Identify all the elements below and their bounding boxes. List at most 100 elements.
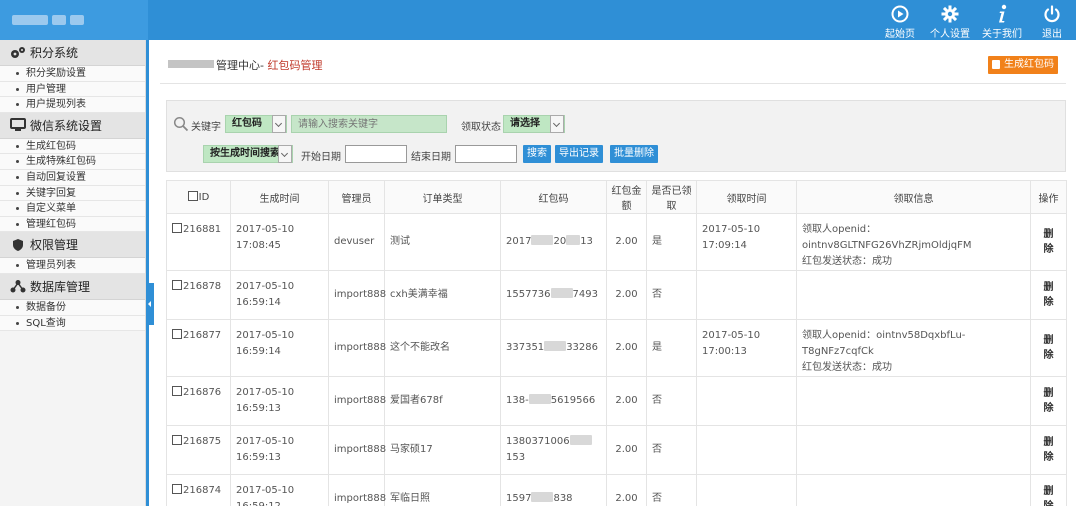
code-redacted: [531, 492, 554, 502]
code-redacted: [528, 394, 551, 404]
cell-code: 2017 20 13: [500, 213, 607, 271]
time-mode-select[interactable]: 按生成时间搜索: [203, 145, 293, 163]
nav-logout[interactable]: 退出: [1028, 0, 1076, 40]
sidebar-item[interactable]: 用户管理: [0, 81, 145, 98]
logo-text-blurred: [52, 15, 66, 25]
row-id: 216878: [183, 281, 222, 292]
play-circle-icon: [891, 3, 909, 24]
sidebar-item[interactable]: 生成红包码: [0, 138, 145, 155]
sidebar-section-database[interactable]: 数据库管理: [0, 273, 145, 300]
sidebar-section-points[interactable]: 积分系统: [0, 40, 145, 66]
sidebar-item[interactable]: 管理红包码: [0, 216, 145, 233]
col-amount: 红包金额: [606, 180, 647, 214]
sidebar-section-title: 微信系统设置: [30, 118, 103, 133]
cell-created: 2017-05-10 16:59:14: [230, 270, 329, 320]
cell-code: 1380371006 153: [500, 425, 607, 475]
sidebar-item[interactable]: 数据备份: [0, 299, 145, 316]
cell-type: 军临日照: [384, 474, 501, 506]
batch-delete-button[interactable]: 批量删除: [610, 145, 658, 163]
network-icon: [10, 278, 26, 294]
code-part: 838: [553, 493, 573, 504]
export-button[interactable]: 导出记录: [555, 145, 603, 163]
cell-admin: import888: [328, 319, 386, 377]
nav-home[interactable]: 起始页: [876, 0, 924, 40]
claim-status: 红包发送状态：成功: [802, 362, 892, 373]
delete-link[interactable]: 删除: [1036, 386, 1061, 416]
cell-amount: 2.00: [606, 376, 647, 426]
nav-about-label: 关于我们: [982, 29, 1022, 40]
code-part: 13: [580, 236, 593, 247]
col-admin: 管理员: [328, 180, 385, 214]
row-checkbox[interactable]: [172, 386, 182, 396]
cell-claim-info: 领取人openid：ointnv58DqxbfLu-T8gNFz7cqfCk 红包…: [796, 319, 1031, 377]
shield-icon: [10, 237, 26, 253]
sidebar-item[interactable]: 关键字回复: [0, 185, 145, 202]
cell-type: 这个不能改名: [384, 319, 501, 377]
sidebar-collapse-toggle[interactable]: [146, 283, 154, 325]
col-created: 生成时间: [230, 180, 329, 214]
cell-type: cxh美满幸福: [384, 270, 501, 320]
claim-clock: 17:09:14: [702, 240, 747, 251]
sidebar-item[interactable]: 用户提现列表: [0, 97, 145, 113]
cell-claimed: 否: [646, 376, 697, 426]
sidebar-section-permissions[interactable]: 权限管理: [0, 232, 145, 259]
cell-claimed: 否: [646, 474, 697, 506]
delete-link[interactable]: 删除: [1036, 484, 1061, 506]
row-checkbox[interactable]: [172, 435, 182, 445]
row-checkbox[interactable]: [172, 223, 182, 233]
cell-amount: 2.00: [606, 270, 647, 320]
logo[interactable]: [0, 0, 148, 40]
keyword-input[interactable]: [291, 115, 447, 133]
cell-actions: 删除: [1030, 474, 1067, 506]
row-id: 216874: [183, 485, 222, 496]
code-redacted: [531, 235, 554, 245]
sidebar-item[interactable]: SQL查询: [0, 315, 145, 332]
status-select[interactable]: 请选择: [503, 115, 565, 133]
cell-id: 216875: [166, 425, 231, 475]
claim-date: 2017-05-10: [702, 224, 761, 235]
code-part: 20: [553, 236, 567, 247]
code-part: 337351: [506, 342, 545, 353]
search-button[interactable]: 搜索: [523, 145, 551, 163]
sidebar-item[interactable]: 生成特殊红包码: [0, 154, 145, 170]
start-date-input[interactable]: [345, 145, 407, 163]
cell-claim-time: 2017-05-10 17:09:14: [696, 213, 797, 271]
time-mode-value: 按生成时间搜索: [210, 148, 280, 159]
sidebar-section-title: 数据库管理: [30, 279, 91, 294]
nav-about[interactable]: 关于我们: [976, 0, 1028, 40]
cell-actions: 删除: [1030, 213, 1067, 271]
created-time: 16:59:13: [236, 452, 281, 463]
cell-amount: 2.00: [606, 474, 647, 506]
select-all-checkbox[interactable]: [187, 191, 198, 201]
claim-date: 2017-05-10: [702, 330, 761, 341]
delete-link[interactable]: 删除: [1036, 280, 1061, 310]
sidebar-item[interactable]: 自定义菜单: [0, 201, 145, 217]
cell-actions: 删除: [1030, 270, 1067, 320]
code-part: 2017: [506, 236, 532, 247]
chevron-down-icon: [278, 145, 292, 163]
table-header-row: ID 生成时间 管理员 订单类型 红包码 红包金额 是否已领取 领取时间 领取信…: [166, 180, 1067, 214]
sidebar-item[interactable]: 积分奖励设置: [0, 66, 145, 82]
cell-claim-time: 2017-05-10 17:00:13: [696, 319, 797, 377]
row-checkbox[interactable]: [172, 329, 182, 339]
delete-label: 删: [1043, 229, 1054, 240]
row-checkbox[interactable]: [172, 280, 182, 290]
end-date-input[interactable]: [455, 145, 517, 163]
row-checkbox[interactable]: [172, 484, 182, 494]
cell-claim-time: [696, 376, 797, 426]
keyword-type-select[interactable]: 红包码: [225, 115, 287, 133]
delete-link[interactable]: 删除: [1036, 333, 1061, 363]
delete-link[interactable]: 删除: [1036, 435, 1061, 465]
search-panel: 关键字 红包码 领取状态 请选择 按生成时间搜索 开始日期 结束日期 搜索 导出…: [166, 100, 1066, 172]
nav-settings[interactable]: 个人设置: [924, 0, 976, 40]
cell-code: 1597 838: [500, 474, 607, 506]
delete-link[interactable]: 删除: [1036, 227, 1061, 257]
sidebar-item[interactable]: 管理员列表: [0, 258, 145, 274]
cell-amount: 2.00: [606, 319, 647, 377]
delete-label: 除: [1043, 452, 1054, 463]
status-value: 请选择: [510, 118, 540, 129]
sidebar-item[interactable]: 自动回复设置: [0, 169, 145, 186]
generate-code-button[interactable]: 生成红包码: [988, 56, 1058, 74]
code-part: 1557736: [506, 289, 551, 300]
sidebar-section-wechat[interactable]: 微信系统设置: [0, 112, 145, 139]
